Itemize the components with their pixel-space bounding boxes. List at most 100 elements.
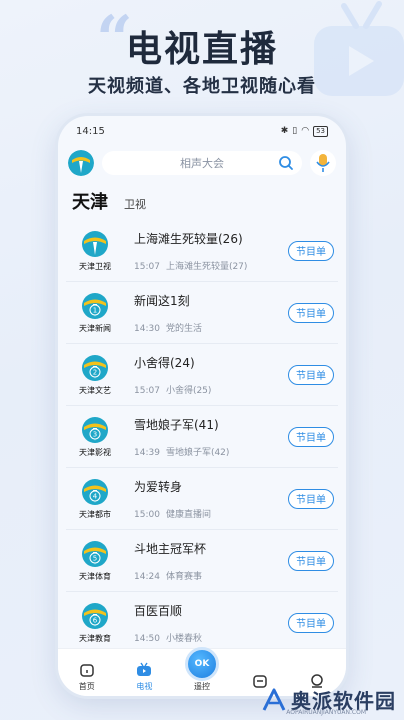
channel-number: 6 [93, 616, 98, 624]
next-program-time: 14:39 [134, 447, 160, 458]
status-time: 14:15 [76, 125, 105, 137]
category-tab-satellite[interactable]: 卫视 [124, 196, 146, 212]
channel-name: 天津文艺 [79, 385, 111, 395]
channel-row[interactable]: 天津卫视 上海滩生死较量(26) 15:07 上海滩生死较量(27) 节目单 [66, 220, 338, 282]
channel-row[interactable]: 5 天津体育 斗地主冠军杯 14:24 体育赛事 节目单 [66, 530, 338, 592]
channel-number: 2 [93, 368, 97, 376]
next-program-title: 健康直播间 [165, 509, 211, 520]
promo-subtitle: 天视频道、各地卫视随心看 [88, 76, 316, 97]
next-program: 15:00 健康直播间 [134, 507, 288, 520]
program-guide-button[interactable]: 节目单 [288, 302, 334, 323]
current-program: 小舍得(24) [134, 355, 195, 370]
tab-tv[interactable]: 电视 [119, 662, 169, 692]
tianjin-tv-logo-icon: 2 [82, 354, 108, 381]
next-program-title: 小楼春秋 [165, 633, 202, 644]
program-info: 雪地娘子军(41) 14:39 雪地娘子军(42) [120, 416, 288, 458]
current-program: 新闻这1刻 [134, 293, 190, 308]
tab-home[interactable]: 首页 [62, 662, 112, 692]
next-program: 15:07 小舍得(25) [134, 383, 288, 396]
status-icons: ✱ ▯ ◠ 53 [280, 125, 328, 137]
channel-name: 天津体育 [79, 571, 111, 581]
channel-logo: 天津卫视 [70, 230, 120, 272]
top-bar: 相声大会 [58, 146, 346, 180]
program-info: 百医百顺 14:50 小楼春秋 [120, 602, 288, 644]
channel-row[interactable]: 2 天津文艺 小舍得(24) 15:07 小舍得(25) 节目单 [66, 344, 338, 406]
category-tabs: 天津 卫视 [58, 180, 346, 220]
next-program-time: 15:07 [134, 261, 160, 272]
next-program-title: 小舍得(25) [165, 385, 212, 396]
current-program: 为爱转身 [134, 479, 183, 494]
next-program-title: 体育赛事 [165, 571, 202, 582]
current-program: 雪地娘子军(41) [134, 417, 219, 432]
remote-ok-button[interactable]: OK [184, 647, 219, 681]
next-program: 14:39 雪地娘子军(42) [134, 445, 288, 458]
channel-logo: 5 天津体育 [70, 540, 120, 582]
tab-remote-label: 遥控 [193, 682, 210, 691]
watermark-logo-icon [262, 688, 286, 711]
next-program-time: 14:24 [134, 571, 160, 582]
next-program-title: 党的生活 [165, 323, 202, 334]
voice-button[interactable] [310, 150, 336, 176]
channel-row[interactable]: 4 天津都市 为爱转身 15:00 健康直播间 节目单 [66, 468, 338, 530]
program-guide-button[interactable]: 节目单 [288, 612, 334, 633]
promo-title: 电视直播 [125, 29, 278, 70]
current-program: 百医百顺 [134, 603, 183, 618]
program-guide-button[interactable]: 节目单 [288, 426, 334, 447]
search-placeholder: 相声大会 [180, 157, 224, 170]
program-guide-button[interactable]: 节目单 [288, 240, 334, 261]
program-info: 为爱转身 15:00 健康直播间 [120, 478, 288, 520]
channel-logo: 2 天津文艺 [70, 354, 120, 396]
channel-number: 3 [93, 430, 97, 438]
battery-icon: 53 [313, 125, 328, 137]
program-guide-button[interactable]: 节目单 [288, 550, 334, 571]
channel-name: 天津教育 [79, 633, 111, 643]
channel-logo: 6 天津教育 [70, 602, 120, 644]
channel-row[interactable]: 1 天津新闻 新闻这1刻 14:30 党的生活 节目单 [66, 282, 338, 344]
search-icon[interactable] [278, 155, 294, 171]
app-logo-icon[interactable] [68, 150, 94, 176]
channel-row[interactable]: 6 天津教育 百医百顺 14:50 小楼春秋 节目单 [66, 592, 338, 654]
tab-remote[interactable]: OK 遥控 [177, 647, 227, 692]
remote-ok-label: OK [194, 659, 210, 669]
next-program-time: 14:30 [134, 323, 160, 334]
vibrate-icon: ▯ [292, 126, 298, 136]
program-guide-button[interactable]: 节目单 [288, 364, 334, 385]
program-info: 小舍得(24) 15:07 小舍得(25) [120, 354, 288, 396]
tab-tv-label: 电视 [136, 682, 153, 691]
search-bar[interactable]: 相声大会 [102, 151, 302, 175]
site-watermark: 奥派软件园 AOPAIRUANJIANYUAN.COM [261, 685, 396, 716]
next-program: 15:07 上海滩生死较量(27) [134, 259, 288, 272]
tab-home-label: 首页 [78, 682, 95, 691]
channel-number: 1 [93, 306, 97, 314]
channel-name: 天津都市 [79, 509, 111, 519]
tianjin-tv-logo-icon: 5 [82, 540, 108, 567]
next-program-title: 雪地娘子军(42) [165, 447, 230, 458]
program-info: 斗地主冠军杯 14:24 体育赛事 [120, 540, 288, 582]
home-icon [80, 664, 94, 677]
channel-logo: 1 天津新闻 [70, 292, 120, 334]
channel-row[interactable]: 3 天津影视 雪地娘子军(41) 14:39 雪地娘子军(42) 节目单 [66, 406, 338, 468]
current-program: 斗地主冠军杯 [134, 541, 207, 556]
microphone-icon [316, 154, 330, 172]
next-program-title: 上海滩生死较量(27) [165, 261, 248, 272]
program-info: 新闻这1刻 14:30 党的生活 [120, 292, 288, 334]
current-program: 上海滩生死较量(26) [134, 231, 243, 246]
phone-screen: 14:15 ✱ ▯ ◠ 53 相声大会 天津 卫视 天津卫视 上海滩生死较量(2… [58, 116, 346, 696]
channel-name: 天津影视 [79, 447, 111, 457]
tianjin-tv-logo-icon: 6 [82, 602, 108, 629]
next-program-time: 15:00 [134, 509, 160, 520]
channel-number: 5 [93, 554, 97, 562]
tianjin-tv-logo-icon: 4 [82, 478, 108, 505]
program-guide-button[interactable]: 节目单 [288, 488, 334, 509]
channel-list: 天津卫视 上海滩生死较量(26) 15:07 上海滩生死较量(27) 节目单 1 … [58, 220, 346, 654]
channel-logo: 3 天津影视 [70, 416, 120, 458]
tianjin-tv-logo-icon: 3 [82, 416, 108, 443]
bluetooth-icon: ✱ [280, 126, 289, 136]
tv-icon [137, 662, 152, 676]
program-info: 上海滩生死较量(26) 15:07 上海滩生死较量(27) [120, 230, 288, 272]
channel-name: 天津新闻 [79, 323, 111, 333]
next-program: 14:24 体育赛事 [134, 569, 288, 582]
tianjin-tv-logo-icon [82, 230, 108, 257]
channel-number: 4 [93, 492, 98, 500]
category-tab-tianjin[interactable]: 天津 [72, 188, 108, 214]
